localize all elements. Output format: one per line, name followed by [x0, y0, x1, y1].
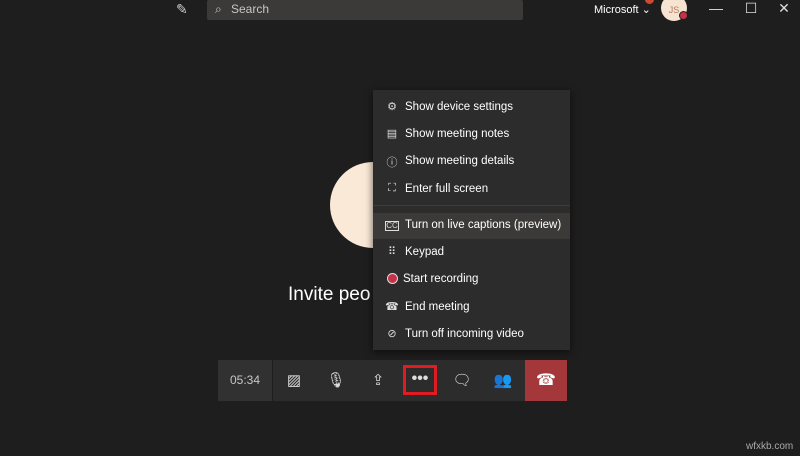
menu-item-meeting-details[interactable]: ⓘ Show meeting details — [373, 149, 570, 175]
minimize-icon[interactable]: — — [706, 0, 726, 16]
gear-icon: ⚙ — [387, 101, 397, 113]
search-placeholder: Search — [231, 2, 270, 16]
share-screen-icon: ⇪ — [371, 372, 385, 389]
microphone-icon: 🎙 — [326, 372, 346, 389]
chat-button[interactable]: 🗨 — [442, 360, 482, 401]
menu-item-device-settings[interactable]: ⚙ Show device settings — [373, 95, 570, 121]
menu-item-label: Enter full screen — [405, 183, 489, 195]
menu-item-meeting-notes[interactable]: ▤ Show meeting notes — [373, 122, 570, 148]
more-actions-menu: ⚙ Show device settings ▤ Show meeting note… — [373, 90, 570, 350]
notes-icon: ▤ — [386, 128, 398, 140]
compose-icon[interactable]: ✎ — [176, 1, 192, 17]
more-icon: ••• — [411, 370, 429, 387]
info-icon: ⓘ — [386, 157, 398, 169]
menu-item-label: Turn off incoming video — [405, 328, 524, 340]
menu-item-incoming-video[interactable]: ⊘ Turn off incoming video — [373, 322, 570, 348]
more-actions-button[interactable]: ••• — [403, 365, 437, 395]
search-icon: ⌕ — [215, 2, 222, 16]
menu-item-keypad[interactable]: ⠿ Keypad — [373, 240, 570, 266]
menu-item-end-meeting[interactable]: ☎ End meeting — [373, 295, 570, 321]
meeting-toolbar: 05:34 ▨ 🎙 ⇪ ••• 🗨 👥 ☎ — [218, 360, 567, 401]
participants-icon: 👥 — [493, 372, 513, 389]
menu-divider — [373, 205, 570, 206]
captions-icon: CC — [385, 221, 399, 231]
share-button[interactable]: ⇪ — [358, 360, 398, 401]
menu-item-full-screen[interactable]: ⛶ Enter full screen — [373, 177, 570, 203]
menu-item-label: Show meeting notes — [405, 128, 510, 140]
menu-item-label: Keypad — [405, 246, 445, 258]
menu-item-label: Show meeting details — [405, 155, 515, 167]
mic-button[interactable]: 🎙 — [316, 360, 356, 401]
search-input[interactable]: ⌕ Search — [207, 0, 523, 20]
end-meeting-icon: ☎ — [385, 301, 399, 313]
menu-item-label: Show device settings — [405, 101, 514, 113]
video-off-icon: ⊘ — [387, 328, 397, 340]
maximize-icon[interactable]: ☐ — [741, 0, 761, 17]
status-dot — [679, 11, 688, 20]
title-bar: ✎ ⌕ Search Microsoft ⌄ JS — ☐ ✕ — [0, 0, 800, 22]
fullscreen-icon: ⛶ — [388, 182, 396, 194]
record-icon — [385, 272, 399, 287]
menu-item-label: Start recording — [403, 273, 479, 285]
hang-up-icon: ☎ — [536, 372, 556, 389]
menu-item-label: Turn on live captions (preview) — [405, 219, 562, 231]
meeting-timer: 05:34 — [218, 360, 273, 401]
org-name: Microsoft — [594, 4, 639, 16]
menu-item-label: End meeting — [405, 301, 470, 313]
keypad-icon: ⠿ — [387, 246, 397, 258]
menu-item-start-recording[interactable]: Start recording — [373, 267, 570, 293]
participants-button[interactable]: 👥 — [483, 360, 523, 401]
watermark: wfxkb.com — [746, 441, 794, 452]
close-icon[interactable]: ✕ — [774, 0, 794, 17]
org-switcher[interactable]: Microsoft ⌄ — [594, 3, 651, 16]
chat-icon: 🗨 — [452, 372, 472, 389]
camera-off-button[interactable]: ▨ — [274, 360, 314, 401]
hang-up-button[interactable]: ☎ — [525, 360, 567, 401]
notification-badge — [645, 0, 654, 4]
camera-off-icon: ▨ — [286, 372, 302, 389]
menu-item-live-captions[interactable]: CC Turn on live captions (preview) — [373, 213, 570, 239]
invite-people-text: Invite peo — [288, 284, 371, 305]
